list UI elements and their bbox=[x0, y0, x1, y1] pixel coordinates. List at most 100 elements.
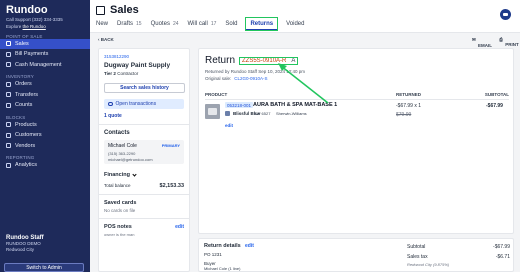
subtotal-value: -$67.99 bbox=[493, 244, 510, 250]
col-returned: RETURNED bbox=[396, 92, 422, 97]
product-sku[interactable]: 053218-001 bbox=[225, 102, 254, 108]
customer-name: Dugway Paint Supply bbox=[104, 62, 171, 69]
tab-label: New bbox=[96, 21, 109, 27]
sidebar-item-label: Orders bbox=[15, 81, 32, 88]
customers-icon bbox=[6, 132, 11, 138]
saved-cards-heading: Saved cards bbox=[104, 200, 137, 206]
primary-badge: PRIMARY bbox=[161, 143, 180, 148]
sidebar-item-analytics[interactable]: Analytics bbox=[0, 160, 90, 171]
brand-block: Rundoo Call Support (332) 334-3335 Explo… bbox=[0, 0, 90, 30]
search-sales-history-button[interactable]: Search sales history bbox=[104, 83, 185, 93]
vendors-icon bbox=[6, 143, 11, 149]
sidebar-item-label: Analytics bbox=[15, 162, 38, 169]
contact-phone: (315) 363-2290 bbox=[108, 150, 136, 156]
contact-card[interactable]: Michael Cole PRIMARY (315) 363-2290 mich… bbox=[104, 140, 184, 164]
subtotal-label: Subtotal bbox=[407, 244, 426, 250]
customer-tier: Tier 2 Contractor bbox=[104, 71, 184, 76]
sales-icon bbox=[96, 5, 105, 15]
staff-block[interactable]: Rundoo Staff RUNDOO DEMO Redwood City bbox=[6, 235, 44, 253]
return-details-heading: Return details bbox=[204, 243, 241, 249]
tab-quotes[interactable]: Quotes 24 bbox=[151, 18, 179, 30]
sidebar-item-customers[interactable]: Customers bbox=[0, 130, 90, 141]
sidebar-item-label: Transfers bbox=[15, 91, 39, 98]
support-phone: Call Support (332) 334-3335 bbox=[6, 17, 63, 22]
po-label: PO bbox=[204, 252, 211, 257]
sidebar-item-label: Vendors bbox=[15, 142, 36, 149]
item-edit-link[interactable]: edit bbox=[225, 123, 233, 128]
line-subtotal: -$67.99 bbox=[486, 103, 503, 109]
sidebar-item-bill-payments[interactable]: Bill Payments bbox=[0, 49, 90, 60]
switch-to-admin-button[interactable]: Switch to Admin bbox=[4, 263, 84, 272]
pos-notes-text: owner is the man bbox=[104, 232, 135, 237]
sales-icon bbox=[6, 41, 11, 47]
po-value: 1231 bbox=[211, 252, 222, 257]
transfers-icon bbox=[6, 92, 11, 98]
divider bbox=[99, 124, 189, 125]
return-details-edit-link[interactable]: edit bbox=[245, 243, 254, 249]
product-name: AURA BATH & SPA MAT-BASE 1 bbox=[253, 102, 338, 108]
tab-label: Drafts bbox=[117, 21, 134, 27]
sidebar-item-label: Counts bbox=[15, 102, 33, 109]
tab-new[interactable]: New bbox=[96, 18, 108, 30]
tab-will-call[interactable]: Will call 17 bbox=[188, 18, 217, 30]
products-icon bbox=[6, 122, 11, 128]
pos-notes-row: POS notes edit bbox=[104, 224, 184, 230]
original-sale-link[interactable]: CL2G0-0910A-S bbox=[234, 76, 267, 81]
sidebar-item-transfers[interactable]: Transfers bbox=[0, 90, 90, 101]
tab-label: Quotes bbox=[150, 21, 170, 27]
divider bbox=[99, 218, 189, 219]
sidebar-item-cash-management[interactable]: Cash Management bbox=[0, 60, 90, 71]
tab-label: Voided bbox=[286, 21, 305, 27]
sidebar-item-orders[interactable]: Orders bbox=[0, 79, 90, 90]
back-label: BACK bbox=[100, 37, 114, 42]
sidebar-item-vendors[interactable]: Vendors bbox=[0, 141, 90, 152]
sidebar-item-products[interactable]: Products bbox=[0, 120, 90, 131]
quote-link[interactable]: 1 quote bbox=[104, 113, 184, 119]
staff-org: RUNDOO DEMO bbox=[6, 241, 41, 246]
tab-bar: New Drafts 15 Quotes 24 Will call 17 Sold R… bbox=[96, 17, 313, 31]
chat-icon[interactable] bbox=[500, 9, 511, 20]
pos-notes-edit-link[interactable]: edit bbox=[175, 224, 184, 230]
color-swatch bbox=[225, 111, 230, 116]
original-sale: Original sale: CL2G0-0910A-S bbox=[205, 76, 268, 81]
color-brand: Sherwin-Williams bbox=[276, 111, 307, 116]
sidebar-item-counts[interactable]: Counts bbox=[0, 100, 90, 111]
brand-logo[interactable]: Rundoo bbox=[6, 4, 84, 16]
sales-tax-label: Sales tax bbox=[407, 254, 428, 260]
tab-drafts[interactable]: Drafts 15 bbox=[117, 18, 142, 30]
tab-voided[interactable]: Voided bbox=[286, 18, 304, 30]
email-button[interactable]: ✉ EMAIL bbox=[472, 37, 493, 48]
original-price: $79.99 bbox=[396, 112, 412, 118]
buyer-value: Michael Cole (1 line) bbox=[204, 266, 241, 271]
orders-icon bbox=[6, 81, 11, 87]
customer-id[interactable]: 3153812290 bbox=[104, 54, 184, 59]
tab-returns[interactable]: Returns bbox=[245, 17, 279, 31]
return-number: ZZS5S-0910A-R A bbox=[239, 56, 299, 65]
print-button[interactable]: ⎙ PRINT bbox=[499, 37, 520, 48]
col-subtotal: SUBTOTAL bbox=[484, 92, 509, 97]
open-transactions-banner[interactable]: Open transactions bbox=[104, 99, 184, 109]
chevron-down-icon bbox=[132, 171, 137, 177]
po-row: PO 1231 bbox=[204, 252, 222, 257]
back-button[interactable]: ‹ BACK bbox=[98, 37, 114, 42]
return-meta: Returned by Rundoo Staff Sep 10, 2024 12… bbox=[205, 69, 305, 74]
tier-type: Contractor bbox=[117, 71, 139, 76]
tier-label: Tier 2 bbox=[104, 71, 116, 76]
sidebar-item-label: Customers bbox=[15, 132, 42, 139]
explore-link[interactable]: the Rundoo bbox=[23, 24, 46, 29]
cash-icon bbox=[6, 62, 11, 68]
analytics-icon bbox=[6, 162, 11, 168]
return-card: Return ZZS5S-0910A-R A Returned by Rundoo… bbox=[198, 48, 514, 234]
divider bbox=[205, 99, 509, 100]
tab-sold[interactable]: Sold bbox=[225, 18, 237, 30]
sidebar-item-sales[interactable]: Sales bbox=[0, 38, 90, 50]
financing-heading: Financing bbox=[104, 172, 130, 178]
financing-toggle[interactable]: Financing bbox=[104, 171, 184, 178]
page-title: Sales bbox=[110, 4, 139, 16]
info-icon bbox=[108, 101, 113, 107]
total-balance-value: $2,153.33 bbox=[159, 183, 184, 189]
contacts-heading: Contacts bbox=[104, 130, 130, 136]
contact-email: michael@getrundoo.com bbox=[108, 157, 153, 162]
return-number-value: ZZS5S-0910A-R bbox=[242, 57, 287, 64]
page-header: Sales New Drafts 15 Quotes 24 Will call 17 … bbox=[90, 0, 520, 33]
